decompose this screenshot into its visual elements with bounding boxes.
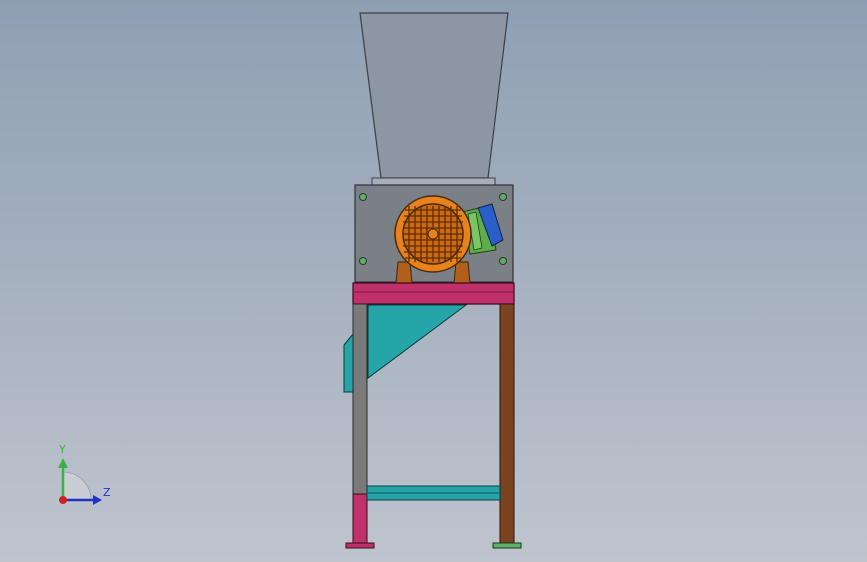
machine-model[interactable] (0, 0, 867, 562)
frame-leg-right[interactable] (499, 303, 515, 545)
graphics-viewport[interactable]: Y Z (0, 0, 867, 562)
triad-z-label: Z (103, 486, 111, 499)
frame-top-rail[interactable] (352, 282, 515, 305)
frame-leg-left[interactable] (352, 303, 368, 495)
hopper[interactable] (359, 12, 509, 179)
foot-right (492, 542, 522, 549)
discharge-chute[interactable] (367, 304, 468, 379)
triad-y-label: Y (59, 443, 66, 456)
reference-triad (58, 458, 102, 505)
motor[interactable] (394, 195, 472, 273)
origin-point (59, 496, 67, 504)
side-plate (343, 332, 354, 393)
hopper-flange (371, 177, 496, 186)
foot-left (345, 542, 375, 549)
frame-leg-left-lower (352, 493, 368, 545)
